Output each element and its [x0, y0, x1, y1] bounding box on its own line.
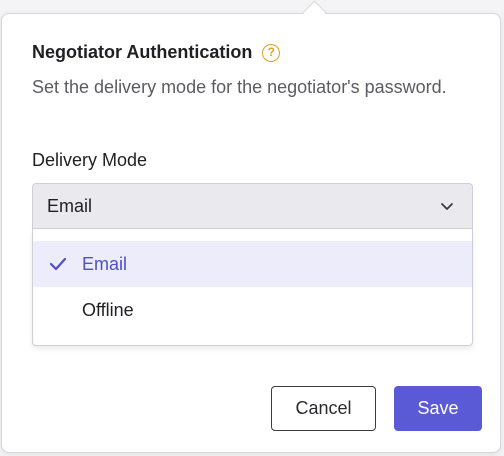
- check-icon: [49, 257, 67, 271]
- delivery-mode-dropdown: Email Offline: [32, 229, 473, 346]
- option-offline[interactable]: Offline: [33, 287, 472, 333]
- option-email[interactable]: Email: [33, 241, 472, 287]
- dialog-description: Set the delivery mode for the negotiator…: [32, 77, 447, 97]
- delivery-mode-select[interactable]: Email: [32, 183, 473, 229]
- option-label: Offline: [82, 299, 134, 320]
- dialog-title: Negotiator Authentication: [32, 42, 253, 62]
- delivery-mode-label: Delivery Mode: [32, 150, 148, 170]
- cancel-button[interactable]: Cancel: [271, 386, 376, 431]
- delivery-mode-selected-value: Email: [47, 195, 93, 216]
- save-button[interactable]: Save: [394, 386, 482, 431]
- title-row: Negotiator Authentication ?: [32, 42, 281, 63]
- help-icon[interactable]: ?: [262, 43, 281, 62]
- chevron-down-icon[interactable]: [440, 202, 454, 211]
- option-label: Email: [82, 253, 128, 274]
